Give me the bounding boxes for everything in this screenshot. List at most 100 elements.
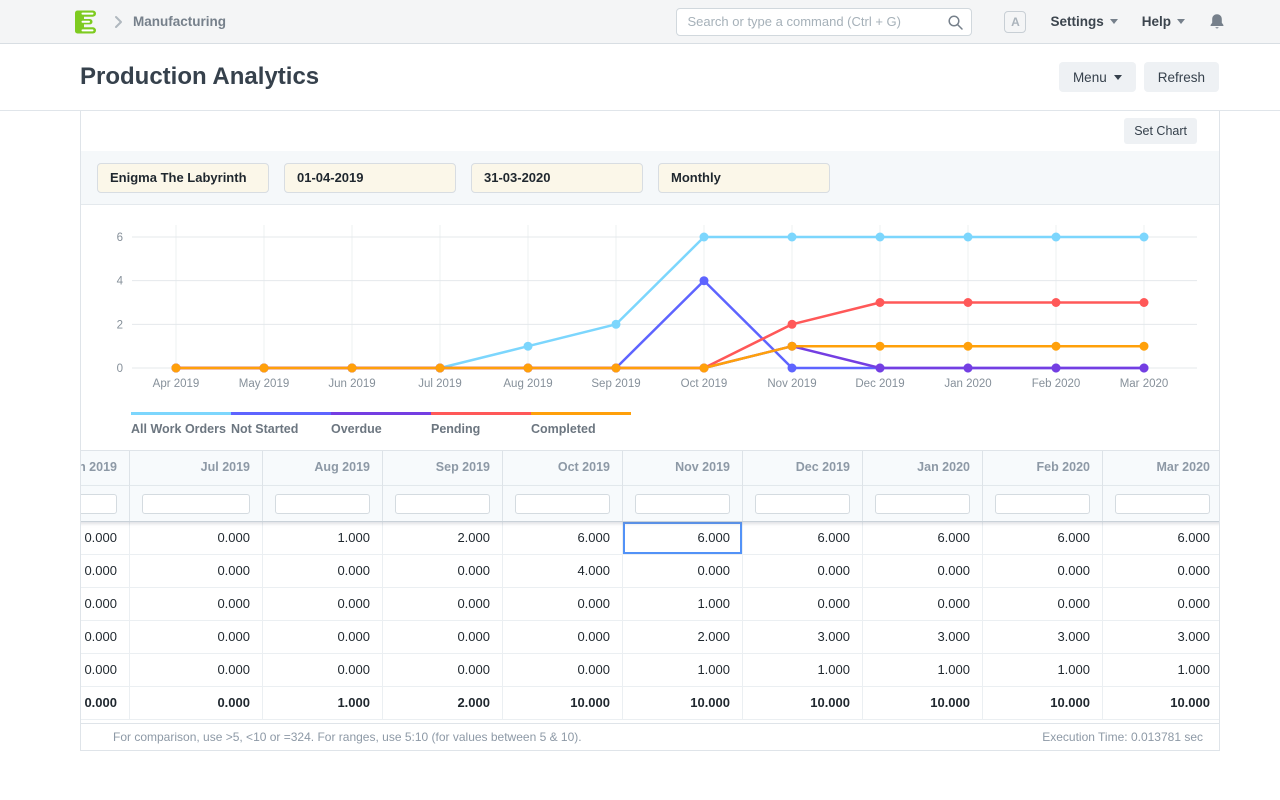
table-cell[interactable]: 0.000 — [263, 621, 383, 654]
column-filter-input[interactable] — [142, 494, 250, 514]
search-icon[interactable] — [947, 14, 964, 31]
set-chart-button[interactable]: Set Chart — [1124, 118, 1197, 144]
chart-data-point[interactable] — [172, 364, 181, 373]
chart-data-point[interactable] — [876, 364, 885, 373]
column-filter-input[interactable] — [755, 494, 850, 514]
help-dropdown[interactable]: Help — [1142, 14, 1185, 29]
table-cell[interactable]: 4.000 — [503, 555, 623, 588]
chart-data-point[interactable] — [1052, 298, 1061, 307]
table-cell[interactable]: 0.000 — [130, 555, 263, 588]
table-cell[interactable]: 10.000 — [623, 687, 743, 720]
table-cell[interactable]: 3.000 — [983, 621, 1103, 654]
table-cell[interactable]: 0.000 — [81, 522, 130, 555]
chart-data-point[interactable] — [788, 320, 797, 329]
frequency-select[interactable] — [658, 163, 830, 193]
item-filter-input[interactable] — [97, 163, 269, 193]
column-header[interactable]: Oct 2019 — [503, 451, 623, 486]
table-cell[interactable]: 0.000 — [383, 588, 503, 621]
table-cell[interactable]: 0.000 — [130, 522, 263, 555]
table-cell[interactable]: 0.000 — [863, 588, 983, 621]
column-filter-input[interactable] — [395, 494, 490, 514]
table-cell[interactable]: 0.000 — [81, 555, 130, 588]
table-cell[interactable]: 1.000 — [983, 654, 1103, 687]
column-filter-input[interactable] — [635, 494, 730, 514]
chart-data-point[interactable] — [436, 364, 445, 373]
table-cell[interactable]: 1.000 — [623, 588, 743, 621]
chart-data-point[interactable] — [788, 364, 797, 373]
table-cell[interactable]: 0.000 — [81, 621, 130, 654]
chart-data-point[interactable] — [348, 364, 357, 373]
table-cell[interactable]: 0.000 — [1103, 555, 1219, 588]
table-cell[interactable]: 0.000 — [983, 588, 1103, 621]
column-header[interactable]: Aug 2019 — [263, 451, 383, 486]
column-header[interactable]: Sep 2019 — [383, 451, 503, 486]
table-cell[interactable]: 0.000 — [503, 654, 623, 687]
column-filter-input[interactable] — [515, 494, 610, 514]
table-cell[interactable]: 0.000 — [130, 687, 263, 720]
chart-data-point[interactable] — [788, 233, 797, 242]
table-cell[interactable]: 6.000 — [623, 522, 743, 555]
table-cell[interactable]: 0.000 — [503, 621, 623, 654]
table-cell[interactable]: 0.000 — [503, 588, 623, 621]
table-cell[interactable]: 0.000 — [863, 555, 983, 588]
search-input[interactable] — [676, 8, 972, 36]
table-cell[interactable]: 1.000 — [1103, 654, 1219, 687]
table-cell[interactable]: 0.000 — [263, 555, 383, 588]
refresh-button[interactable]: Refresh — [1144, 62, 1219, 92]
chart-data-point[interactable] — [1140, 233, 1149, 242]
table-cell[interactable]: 0.000 — [383, 555, 503, 588]
column-header[interactable]: Mar 2020 — [1103, 451, 1219, 486]
column-header[interactable]: Feb 2020 — [983, 451, 1103, 486]
table-cell[interactable]: 1.000 — [743, 654, 863, 687]
column-filter-input[interactable] — [875, 494, 970, 514]
erpnext-logo-icon[interactable] — [72, 8, 100, 36]
chart-data-point[interactable] — [1052, 342, 1061, 351]
table-cell[interactable]: 6.000 — [863, 522, 983, 555]
table-cell[interactable]: 0.000 — [81, 654, 130, 687]
notifications-bell-icon[interactable] — [1209, 13, 1225, 31]
user-avatar[interactable]: A — [1004, 11, 1026, 33]
table-cell[interactable]: 0.000 — [81, 588, 130, 621]
column-header[interactable]: Dec 2019 — [743, 451, 863, 486]
chart-data-point[interactable] — [788, 342, 797, 351]
table-cell[interactable]: 6.000 — [743, 522, 863, 555]
column-filter-input[interactable] — [995, 494, 1090, 514]
chart-data-point[interactable] — [612, 320, 621, 329]
chart-data-point[interactable] — [1140, 364, 1149, 373]
table-cell[interactable]: 10.000 — [1103, 687, 1219, 720]
table-cell[interactable]: 3.000 — [743, 621, 863, 654]
chart-data-point[interactable] — [1140, 298, 1149, 307]
chart-data-point[interactable] — [876, 342, 885, 351]
chart-data-point[interactable] — [876, 233, 885, 242]
table-cell[interactable]: 1.000 — [263, 687, 383, 720]
chart-data-point[interactable] — [700, 276, 709, 285]
chart-data-point[interactable] — [964, 364, 973, 373]
table-cell[interactable]: 2.000 — [623, 621, 743, 654]
table-cell[interactable]: 2.000 — [383, 687, 503, 720]
chart-data-point[interactable] — [524, 364, 533, 373]
table-cell[interactable]: 0.000 — [383, 654, 503, 687]
table-cell[interactable]: 0.000 — [983, 555, 1103, 588]
chart-data-point[interactable] — [700, 364, 709, 373]
table-cell[interactable]: 10.000 — [743, 687, 863, 720]
table-cell[interactable]: 0.000 — [383, 621, 503, 654]
chart-data-point[interactable] — [1052, 364, 1061, 373]
table-cell[interactable]: 10.000 — [863, 687, 983, 720]
column-header[interactable]: Nov 2019 — [623, 451, 743, 486]
table-cell[interactable]: 3.000 — [863, 621, 983, 654]
chart-data-point[interactable] — [612, 364, 621, 373]
column-header[interactable]: Jun 2019 — [81, 451, 130, 486]
settings-dropdown[interactable]: Settings — [1050, 14, 1117, 29]
breadcrumb-manufacturing[interactable]: Manufacturing — [133, 14, 226, 29]
column-header[interactable]: Jul 2019 — [130, 451, 263, 486]
table-cell[interactable]: 6.000 — [1103, 522, 1219, 555]
table-cell[interactable]: 6.000 — [503, 522, 623, 555]
table-cell[interactable]: 0.000 — [130, 621, 263, 654]
table-cell[interactable]: 0.000 — [1103, 588, 1219, 621]
table-cell[interactable]: 3.000 — [1103, 621, 1219, 654]
column-filter-input[interactable] — [275, 494, 370, 514]
column-header[interactable]: Jan 2020 — [863, 451, 983, 486]
table-cell[interactable]: 0.000 — [623, 555, 743, 588]
table-cell[interactable]: 0.000 — [130, 654, 263, 687]
column-filter-input[interactable] — [81, 494, 117, 514]
